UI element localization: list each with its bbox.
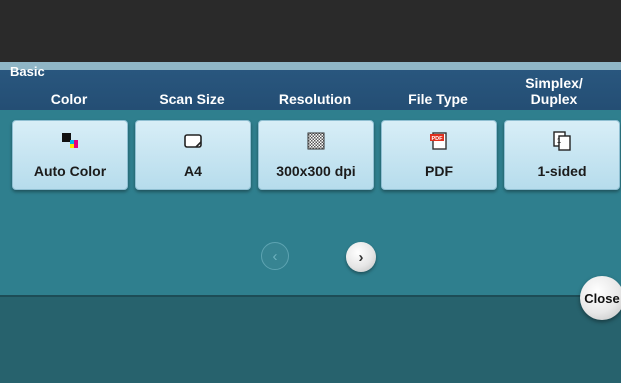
top-status-bar <box>0 0 621 62</box>
pdf-icon-text: PDF <box>432 136 444 142</box>
file-type-setting-button[interactable]: PDF PDF <box>381 120 497 190</box>
close-button-label: Close <box>584 290 620 306</box>
previous-page-button[interactable]: ‹ <box>261 242 289 270</box>
chevron-left-icon: ‹ <box>272 247 278 265</box>
next-page-button[interactable]: › <box>346 242 376 272</box>
color-value: Auto Color <box>33 163 107 179</box>
resolution-value: 300x300 dpi <box>276 163 356 179</box>
chevron-right-icon: › <box>358 248 364 266</box>
resolution-icon <box>305 131 327 151</box>
footer-band <box>0 295 621 383</box>
color-setting-button[interactable]: Auto Color <box>12 120 128 190</box>
resolution-setting-button[interactable]: 300x300 dpi <box>258 120 374 190</box>
page-size-icon <box>182 131 204 151</box>
scan-size-setting-button[interactable]: A4 <box>135 120 251 190</box>
column-label-simplex-duplex: Simplex/ Duplex <box>525 75 583 107</box>
column-label-resolution: Resolution <box>278 91 352 107</box>
section-title: Basic <box>10 64 45 79</box>
header-band: Basic Color Scan Size Resolution File Ty… <box>0 62 621 110</box>
scan-settings-screen: Basic Color Scan Size Resolution File Ty… <box>0 0 621 383</box>
pdf-file-icon: PDF <box>428 131 450 151</box>
file-type-value: PDF <box>425 163 453 179</box>
main-panel: Basic Color Scan Size Resolution File Ty… <box>0 62 621 383</box>
one-sided-icon-text: 1 <box>557 138 561 145</box>
auto-color-icon <box>59 131 81 151</box>
simplex-duplex-setting-button[interactable]: 1 1-sided <box>504 120 620 190</box>
simplex-duplex-value: 1-sided <box>537 163 587 179</box>
column-label-scan-size: Scan Size <box>159 91 225 107</box>
close-button[interactable]: Close <box>580 276 621 320</box>
right-edge <box>621 0 627 383</box>
column-label-file-type: File Type <box>408 91 468 107</box>
scan-size-value: A4 <box>184 163 202 179</box>
one-sided-icon: 1 <box>551 131 573 151</box>
column-label-color: Color <box>50 91 88 107</box>
